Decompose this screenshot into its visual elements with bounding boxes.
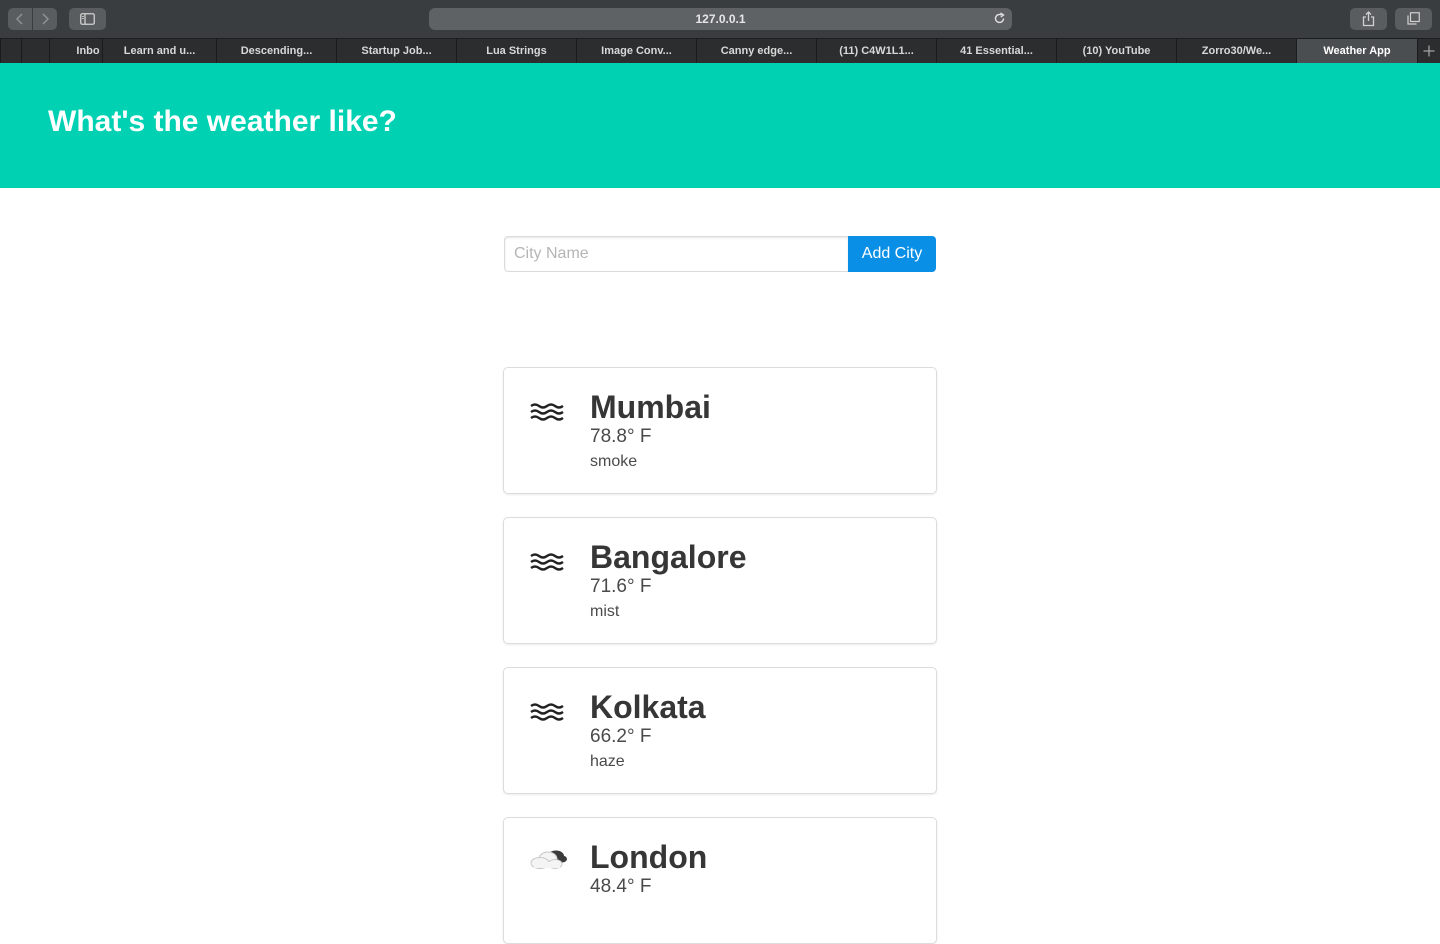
tab-active[interactable]: Weather App bbox=[1296, 39, 1417, 63]
tab[interactable]: 41 Essential... bbox=[936, 39, 1056, 63]
tab[interactable]: (11) C4W1L1... bbox=[816, 39, 936, 63]
temperature: 66.2° F bbox=[590, 726, 652, 747]
weather-card: Mumbai 78.8° F smoke bbox=[503, 367, 937, 494]
tab-label: Weather App bbox=[1323, 45, 1391, 57]
add-city-button[interactable]: Add City bbox=[848, 236, 936, 272]
chevron-right-icon bbox=[42, 13, 50, 25]
tab-bar: Inbo Learn and u... Descending... Startu… bbox=[0, 38, 1440, 63]
tab-label: Learn and u... bbox=[123, 45, 196, 57]
city-name-input[interactable] bbox=[504, 236, 849, 272]
weather-description: haze bbox=[590, 753, 625, 770]
tab[interactable]: Canny edge... bbox=[696, 39, 816, 63]
browser-toolbar: 127.0.0.1 bbox=[0, 0, 1440, 38]
city-name: Kolkata bbox=[590, 689, 706, 725]
tab-overview-button[interactable] bbox=[1395, 8, 1432, 30]
weather-card: London 48.4° F bbox=[503, 817, 937, 944]
temperature: 48.4° F bbox=[590, 876, 652, 897]
city-name: London bbox=[590, 839, 708, 875]
tab-label: Inbo bbox=[76, 45, 100, 57]
cloudy-icon bbox=[530, 850, 567, 869]
address-text: 127.0.0.1 bbox=[695, 12, 746, 26]
tab[interactable]: Descending... bbox=[216, 39, 336, 63]
plus-icon bbox=[1423, 45, 1435, 57]
weather-description: smoke bbox=[590, 453, 638, 470]
tab-label: Lua Strings bbox=[486, 45, 547, 57]
mist-icon bbox=[530, 703, 564, 721]
temperature: 71.6° F bbox=[590, 576, 652, 597]
tab-label: Descending... bbox=[240, 45, 313, 57]
tab-label: (10) YouTube bbox=[1082, 45, 1151, 57]
tab-overview-icon bbox=[1407, 12, 1420, 25]
tab[interactable]: (10) YouTube bbox=[1056, 39, 1176, 63]
tab-label: Zorro30/We... bbox=[1201, 45, 1272, 57]
mist-icon bbox=[530, 553, 564, 571]
tab[interactable]: Startup Job... bbox=[336, 39, 456, 63]
tab[interactable]: Learn and u... bbox=[102, 39, 216, 63]
city-name: Mumbai bbox=[590, 389, 711, 425]
tab[interactable] bbox=[21, 39, 49, 63]
tab-label: (11) C4W1L1... bbox=[839, 45, 914, 57]
weather-card: Kolkata 66.2° F haze bbox=[503, 667, 937, 794]
sidebar-toggle-button[interactable] bbox=[69, 8, 106, 30]
temperature: 78.8° F bbox=[590, 426, 652, 447]
tab[interactable]: Lua Strings bbox=[456, 39, 576, 63]
tab-label: Image Conv... bbox=[601, 45, 672, 57]
tab[interactable] bbox=[0, 39, 21, 63]
address-bar[interactable]: 127.0.0.1 bbox=[429, 8, 1012, 30]
hero-banner: What's the weather like? bbox=[0, 63, 1440, 188]
tab-label: Canny edge... bbox=[720, 45, 793, 57]
share-button[interactable] bbox=[1350, 8, 1387, 30]
mist-icon bbox=[530, 403, 564, 421]
tab-label: Startup Job... bbox=[361, 45, 432, 57]
reload-icon[interactable] bbox=[993, 12, 1006, 25]
new-tab-button[interactable] bbox=[1417, 39, 1440, 63]
weather-description: mist bbox=[590, 603, 620, 620]
tab[interactable]: Image Conv... bbox=[576, 39, 696, 63]
sidebar-icon bbox=[80, 13, 95, 25]
chevron-left-icon bbox=[15, 13, 23, 25]
share-icon bbox=[1362, 11, 1375, 27]
city-name: Bangalore bbox=[590, 539, 747, 575]
tab[interactable]: Inbo bbox=[49, 39, 102, 63]
tab[interactable]: Zorro30/We... bbox=[1176, 39, 1296, 63]
page-title: What's the weather like? bbox=[48, 105, 397, 138]
tab-label: 41 Essential... bbox=[960, 45, 1033, 57]
weather-card: Bangalore 71.6° F mist bbox=[503, 517, 937, 644]
back-button[interactable] bbox=[8, 8, 32, 30]
forward-button[interactable] bbox=[33, 8, 57, 30]
